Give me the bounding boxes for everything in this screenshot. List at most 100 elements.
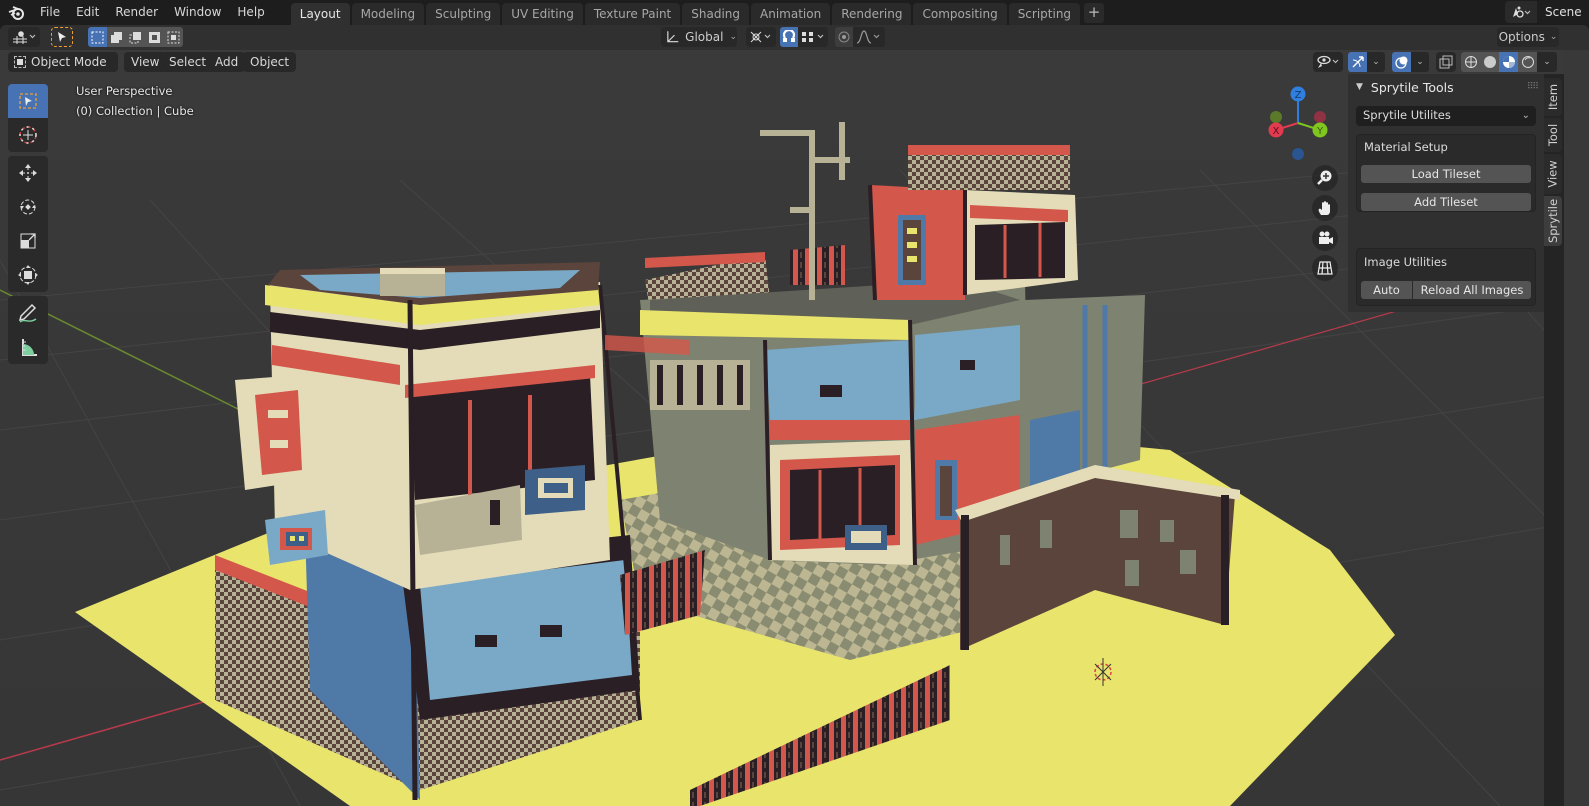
shading-dropdown[interactable]: ⌄ [1537, 52, 1557, 72]
visibility-dropdown[interactable] [1313, 52, 1343, 72]
menu-select[interactable]: Select [162, 52, 214, 72]
cursor-icon [19, 126, 37, 144]
shading-material-icon[interactable] [1499, 52, 1518, 72]
tool-header: Global ⌄ Options ⌄ [0, 25, 1589, 50]
tab-animation[interactable]: Animation [751, 3, 831, 25]
zoom-view-button[interactable] [1312, 165, 1338, 191]
image-utilities-title: Image Utilities [1364, 255, 1447, 269]
camera-icon [1319, 231, 1333, 244]
sidebar-tab-item[interactable]: Item [1544, 78, 1562, 116]
load-tileset-button[interactable]: Load Tileset [1361, 165, 1531, 183]
sidebar-tab-sprytile[interactable]: Sprytile [1544, 196, 1562, 246]
sidebar-tab-view[interactable]: View [1544, 154, 1562, 194]
menu-help[interactable]: Help [229, 0, 272, 25]
select-mode-subtract-icon[interactable] [126, 27, 145, 47]
transform-orientation-dropdown[interactable]: Global ⌄ [661, 27, 737, 47]
gizmo-toggle-icon[interactable] [1348, 52, 1367, 72]
scene-icon[interactable] [1505, 0, 1537, 23]
ortho-toggle-button[interactable] [1312, 255, 1338, 281]
menu-render[interactable]: Render [107, 0, 166, 25]
viewport-right-edge [1564, 50, 1589, 806]
annotate-tool[interactable] [8, 296, 48, 330]
pivot-point-dropdown[interactable] [746, 27, 776, 47]
transform-icon [18, 265, 38, 285]
menu-file[interactable]: File [32, 0, 68, 25]
options-dropdown[interactable]: Options ⌄ [1497, 27, 1559, 47]
gizmo-dropdown[interactable]: ⌄ [1367, 52, 1385, 72]
scene-name[interactable]: Scene [1537, 0, 1589, 23]
tab-rendering[interactable]: Rendering [832, 3, 912, 25]
object-mode-icon [14, 56, 26, 68]
proportional-editing-icon[interactable] [835, 27, 853, 47]
chevron-down-icon: ⌄ [729, 32, 737, 42]
collapse-triangle-icon[interactable]: ▼ [1356, 82, 1363, 92]
pan-view-button[interactable] [1312, 195, 1338, 221]
overlays-toggle-icon[interactable] [1392, 52, 1411, 72]
transform-tool[interactable] [8, 258, 48, 292]
sprytile-mode-dropdown[interactable]: Sprytile Utilites ⌄ [1356, 106, 1536, 126]
snap-increment-icon [802, 32, 824, 42]
tab-scripting[interactable]: Scripting [1008, 3, 1081, 25]
xray-toggle-icon[interactable] [1436, 52, 1456, 72]
sidebar-tab-tool[interactable]: Tool [1544, 118, 1562, 152]
rotate-icon [20, 199, 36, 215]
tab-uv-editing[interactable]: UV Editing [502, 3, 583, 25]
scene-selector[interactable]: Scene [1505, 0, 1589, 23]
tweak-tool-button[interactable] [51, 27, 73, 47]
measure-ruler-icon [22, 339, 37, 356]
move-tool[interactable] [8, 156, 48, 190]
chevron-down-icon: ⌄ [1543, 57, 1551, 67]
tab-sculpting[interactable]: Sculpting [426, 3, 501, 25]
shading-rendered-icon[interactable] [1518, 52, 1537, 72]
eye-icon [1317, 55, 1339, 68]
add-tileset-button[interactable]: Add Tileset [1361, 193, 1531, 211]
toolbar [8, 84, 48, 368]
tab-label: Sprytile [1546, 198, 1561, 244]
select-mode-invert-icon[interactable] [145, 27, 164, 47]
snap-target-dropdown[interactable] [798, 27, 828, 47]
gizmo-neg-y-icon[interactable] [1270, 111, 1282, 123]
menu-window[interactable]: Window [166, 0, 229, 25]
top-bar: File Edit Render Window Help Layout Mode… [0, 0, 1589, 25]
select-box-tool[interactable] [8, 84, 48, 118]
menu-object[interactable]: Object [243, 52, 297, 72]
tab-modeling[interactable]: Modeling [351, 3, 425, 25]
add-workspace-button[interactable]: + [1084, 3, 1105, 23]
transform-orientation-value: Global [685, 30, 724, 44]
auto-button[interactable]: Auto [1361, 281, 1412, 299]
select-mode-extend-icon[interactable] [107, 27, 126, 47]
chevron-down-icon: ⌄ [1549, 32, 1558, 42]
menu-view[interactable]: View [124, 52, 167, 72]
tab-compositing[interactable]: Compositing [913, 3, 1007, 25]
rotate-tool[interactable] [8, 190, 48, 224]
cursor-tool[interactable] [8, 118, 48, 152]
tab-label: View [1546, 160, 1561, 188]
editor-type-button[interactable] [8, 27, 40, 47]
tab-label: Tool [1546, 123, 1560, 147]
mode-dropdown[interactable]: Object Mode ⌄ [8, 52, 118, 89]
reload-all-images-button[interactable]: Reload All Images [1413, 281, 1531, 299]
panel-header-sprytile-tools[interactable]: ▼ Sprytile Tools ⠿⠿ [1348, 74, 1544, 100]
gizmo-neg-z-icon[interactable] [1292, 148, 1304, 160]
navigation-gizmo[interactable]: Z X Y [1262, 84, 1338, 170]
select-mode-new-icon[interactable] [88, 27, 107, 47]
scale-tool[interactable] [8, 224, 48, 258]
menu-add[interactable]: Add [208, 52, 246, 72]
scale-icon [20, 233, 36, 249]
snap-toggle-icon[interactable] [780, 27, 798, 47]
tab-texture-paint[interactable]: Texture Paint [584, 3, 681, 25]
tab-shading[interactable]: Shading [682, 3, 749, 25]
overlays-dropdown[interactable]: ⌄ [1411, 52, 1429, 72]
menu-edit[interactable]: Edit [68, 0, 107, 25]
gizmo-neg-x-icon[interactable] [1314, 111, 1326, 123]
camera-view-button[interactable] [1312, 225, 1338, 251]
shading-solid-icon[interactable] [1480, 52, 1499, 72]
blender-logo-icon[interactable] [0, 0, 32, 25]
proportional-falloff-dropdown[interactable] [853, 27, 885, 47]
drag-handle-icon[interactable]: ⠿⠿ [1527, 82, 1539, 92]
tab-layout[interactable]: Layout [290, 3, 350, 25]
measure-tool[interactable] [8, 330, 48, 364]
shading-wireframe-icon[interactable] [1461, 52, 1480, 72]
select-mode-intersect-icon[interactable] [164, 27, 183, 47]
chevron-down-icon: ⌄ [1521, 110, 1530, 121]
